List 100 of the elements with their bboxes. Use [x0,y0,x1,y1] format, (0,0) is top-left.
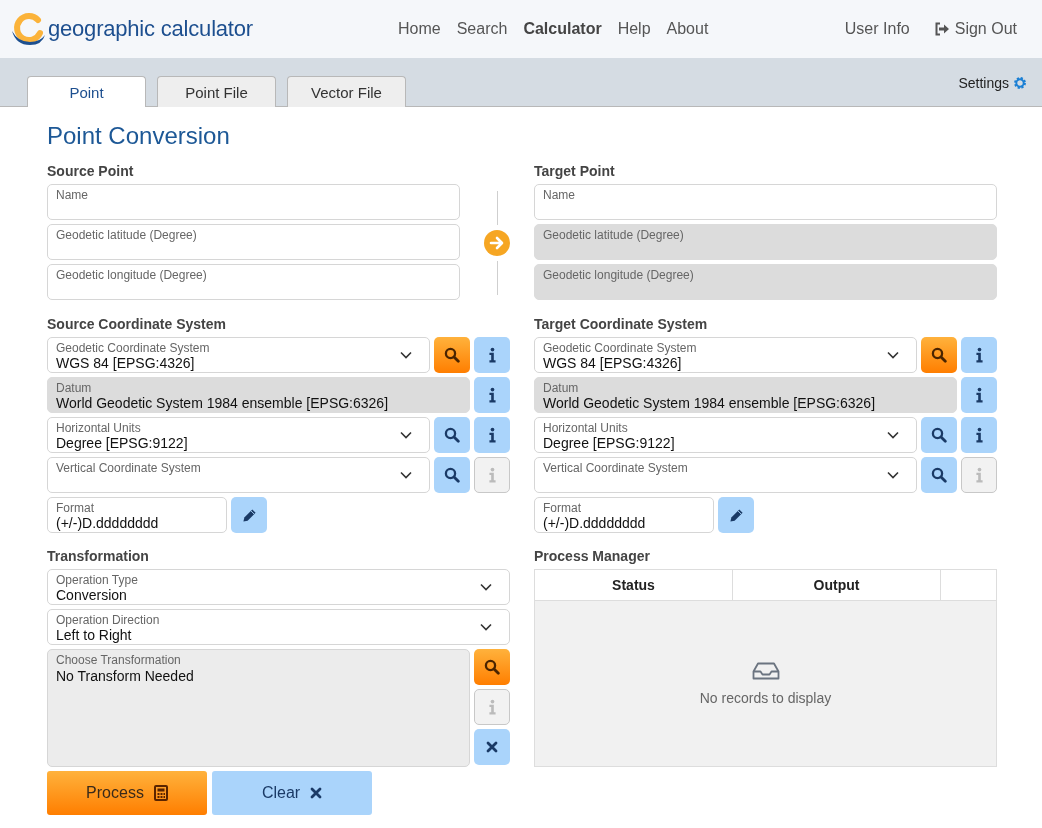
edit-button[interactable] [718,497,754,533]
search-button[interactable] [434,417,470,453]
chevron-down-icon [480,583,492,591]
empty-message: No records to display [699,689,832,706]
clear-button[interactable]: Clear [212,771,372,815]
info-icon [975,347,983,363]
column-header: Status [612,577,655,593]
field-value: (+/-)D.dddddddd [56,515,160,532]
settings-button[interactable]: Settings [958,74,1027,91]
dropdown-field[interactable]: Vertical Coordinate System [534,457,917,493]
section-heading: Process Manager [534,548,651,564]
field-value: WGS 84 [EPSG:4326] [543,355,683,372]
page-title: Point Conversion [47,121,231,151]
info-icon [975,427,983,443]
text-area[interactable]: Choose Transformation No Transform Needed [47,649,470,767]
format-field[interactable]: Format (+/-)D.dddddddd [534,497,714,533]
nav-link[interactable]: Search [448,20,516,38]
search-icon [931,467,947,483]
info-icon [975,467,983,483]
info-button[interactable] [474,377,510,413]
search-button[interactable] [434,457,470,493]
field-value: Degree [EPSG:9122] [56,435,189,452]
nav-link[interactable]: About [658,20,717,38]
field-label: Horizontal Units [56,421,142,435]
field-label: Geodetic longitude (Degree) [56,268,208,282]
field-label: Format [543,501,582,515]
dropdown-field[interactable]: Operation Type Conversion [47,569,510,605]
clear-button[interactable] [474,729,510,765]
text-field[interactable]: Geodetic latitude (Degree) [47,224,460,260]
inbox-icon [751,661,780,680]
field-value: WGS 84 [EPSG:4326] [56,355,196,372]
field-value: No Transform Needed [56,668,195,685]
field-label: Horizontal Units [543,421,629,435]
info-button[interactable] [961,417,997,453]
field-value: Left to Right [56,627,133,644]
field-value: Degree [EPSG:9122] [543,435,676,452]
field-value: World Geodetic System 1984 ensemble [EPSG:6326] [543,395,877,412]
nav-link[interactable]: Home [390,20,449,38]
search-icon [484,659,500,675]
search-button[interactable] [434,337,470,373]
search-button[interactable] [921,337,957,373]
info-icon [488,427,496,443]
field-label: Geodetic longitude (Degree) [543,268,695,282]
user-link[interactable]: User Info [836,20,918,38]
chevron-down-icon [480,623,492,631]
edit-button[interactable] [231,497,267,533]
sign-out-icon [933,22,950,36]
info-button[interactable] [961,377,997,413]
info-icon [488,347,496,363]
process-button[interactable]: Process [47,771,207,815]
tab[interactable]: Point [27,76,146,107]
format-field[interactable]: Format (+/-)D.dddddddd [47,497,227,533]
dropdown-field[interactable]: Operation Direction Left to Right [47,609,510,645]
dropdown-field[interactable]: Horizontal Units Degree [EPSG:9122] [534,417,917,453]
info-button[interactable] [474,417,510,453]
field-label: Datum [543,381,580,395]
field-value: (+/-)D.dddddddd [543,515,647,532]
search-icon [931,347,947,363]
dropdown-field[interactable]: Vertical Coordinate System [47,457,430,493]
text-field[interactable]: Name [47,184,460,220]
calculator-icon [153,785,168,801]
nav-link[interactable]: Help [609,20,659,38]
info-icon [975,387,983,403]
search-icon [444,347,460,363]
field-value: Conversion [56,587,128,604]
tab[interactable]: Point File [157,76,276,107]
info-button[interactable] [961,337,997,373]
info-button[interactable] [474,337,510,373]
search-icon [444,467,460,483]
tab[interactable]: Vector File [287,76,406,107]
close-icon [486,741,498,753]
dropdown-field[interactable]: Geodetic Coordinate System WGS 84 [EPSG:4326] [47,337,430,373]
nav-link[interactable]: Calculator [515,20,610,38]
text-field[interactable]: Geodetic longitude (Degree) [47,264,460,300]
logo-icon [10,11,46,47]
chevron-down-icon [400,471,412,479]
text-field[interactable]: Name [534,184,997,220]
field-label: Geodetic Coordinate System [543,341,698,355]
sign-out-link[interactable]: Sign Out [925,20,1025,38]
chevron-down-icon [887,431,899,439]
search-button[interactable] [921,457,957,493]
column-header: Output [813,577,860,593]
field-label: Geodetic Coordinate System [56,341,211,355]
field-label: Vertical Coordinate System [56,461,202,475]
arrow-right-icon [484,230,510,256]
dropdown-field[interactable]: Geodetic Coordinate System WGS 84 [EPSG:4326] [534,337,917,373]
field-label: Operation Type [56,573,139,587]
section-heading: Source Point [47,163,135,179]
field-label: Operation Direction [56,613,161,627]
pencil-icon [241,507,257,523]
search-button[interactable] [474,649,510,685]
pencil-icon [728,507,744,523]
dropdown-field[interactable]: Horizontal Units Degree [EPSG:9122] [47,417,430,453]
field-value: World Geodetic System 1984 ensemble [EPSG:6326] [56,395,390,412]
search-button[interactable] [921,417,957,453]
field-label: Format [56,501,95,515]
search-icon [931,427,947,443]
field-label: Geodetic latitude (Degree) [543,228,685,242]
section-heading: Source Coordinate System [47,316,227,332]
section-heading: Target Point [534,163,616,179]
